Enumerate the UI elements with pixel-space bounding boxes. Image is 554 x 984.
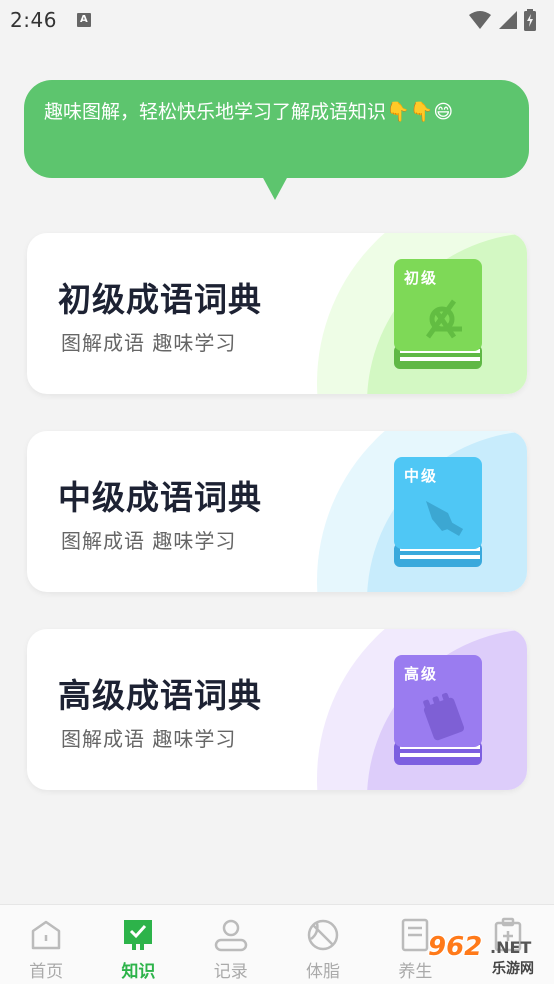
intro-bubble: 趣味图解，轻松快乐地学习了解成语知识👇👇😄 xyxy=(24,80,529,178)
ball-icon xyxy=(307,919,339,951)
card-subtitle: 图解成语 趣味学习 xyxy=(61,529,237,553)
card-intermediate-dictionary[interactable]: 中级成语词典 图解成语 趣味学习 中级 xyxy=(27,431,527,592)
bubble-tail xyxy=(262,176,288,200)
wifi-icon xyxy=(469,11,491,29)
nav-label: 体脂 xyxy=(306,962,341,982)
nav-item-body-fat[interactable]: 体脂 xyxy=(277,905,369,984)
battery-icon xyxy=(524,9,536,31)
watermark-logo: 962 .NET 乐游网 xyxy=(418,932,550,980)
book-beginner: 初级 xyxy=(392,257,484,373)
book-label: 中级 xyxy=(404,467,439,485)
card-advanced-dictionary[interactable]: 高级成语词典 图解成语 趣味学习 高级 xyxy=(27,629,527,790)
status-time: 2:46 xyxy=(10,8,57,32)
card-title: 初级成语词典 xyxy=(58,280,262,319)
card-title: 高级成语词典 xyxy=(58,676,262,715)
book-label: 高级 xyxy=(404,665,439,683)
card-subtitle: 图解成语 趣味学习 xyxy=(61,727,237,751)
user-record-icon xyxy=(214,919,247,952)
home-icon xyxy=(31,920,61,950)
nav-item-knowledge[interactable]: 知识 xyxy=(92,905,184,984)
book-label: 初级 xyxy=(404,269,439,287)
watermark-sub: 乐游网 xyxy=(492,961,534,977)
card-subtitle: 图解成语 趣味学习 xyxy=(61,331,237,355)
nav-label: 首页 xyxy=(29,962,64,982)
watermark-main: 962 xyxy=(428,932,483,962)
nav-label: 知识 xyxy=(121,962,156,982)
watermark-net: .NET xyxy=(490,938,532,957)
status-bar: 2:46 A xyxy=(0,0,554,40)
card-beginner-dictionary[interactable]: 初级成语词典 图解成语 趣味学习 初级 xyxy=(27,233,527,394)
card-title: 中级成语词典 xyxy=(58,478,262,517)
status-indicators xyxy=(468,9,536,31)
notification-a-icon: A xyxy=(76,13,91,27)
signal-icon xyxy=(499,11,517,29)
intro-text: 趣味图解，轻松快乐地学习了解成语知识👇👇😄 xyxy=(44,101,454,123)
nav-item-record[interactable]: 记录 xyxy=(185,905,277,984)
nav-item-home[interactable]: 首页 xyxy=(0,905,92,984)
book-intermediate: 中级 xyxy=(392,455,484,571)
book-advanced: 高级 xyxy=(392,653,484,769)
nav-label: 记录 xyxy=(213,962,248,982)
knowledge-icon xyxy=(124,920,153,950)
